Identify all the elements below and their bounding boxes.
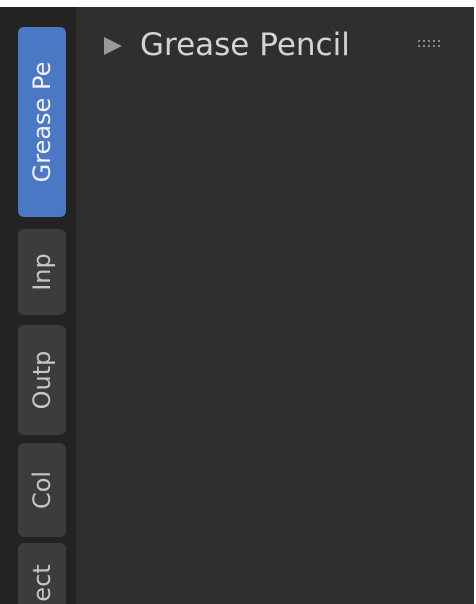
tab-input[interactable]: Inp bbox=[18, 229, 66, 315]
tab-effect-label: ect bbox=[28, 564, 56, 602]
tab-output-label: Outp bbox=[28, 350, 56, 410]
tab-output[interactable]: Outp bbox=[18, 325, 66, 435]
tab-grease-pencil-label: Grease Pe bbox=[28, 61, 56, 183]
panel-header-grease-pencil[interactable]: Grease Pencil bbox=[76, 7, 474, 77]
triangle-right-icon[interactable] bbox=[104, 37, 122, 55]
panel-title: Grease Pencil bbox=[140, 27, 350, 63]
tab-grease-pencil[interactable]: Grease Pe bbox=[18, 27, 66, 217]
properties-editor: Grease Pe Inp Outp Col ect Grease Pencil bbox=[0, 7, 474, 604]
drag-handle-icon[interactable] bbox=[418, 40, 440, 50]
tab-effect[interactable]: ect bbox=[18, 543, 66, 604]
tab-color[interactable]: Col bbox=[18, 443, 66, 537]
panel-area: Grease Pencil bbox=[76, 7, 474, 604]
tab-strip: Grease Pe Inp Outp Col ect bbox=[0, 7, 76, 604]
tab-input-label: Inp bbox=[28, 253, 56, 291]
tab-color-label: Col bbox=[28, 470, 56, 510]
